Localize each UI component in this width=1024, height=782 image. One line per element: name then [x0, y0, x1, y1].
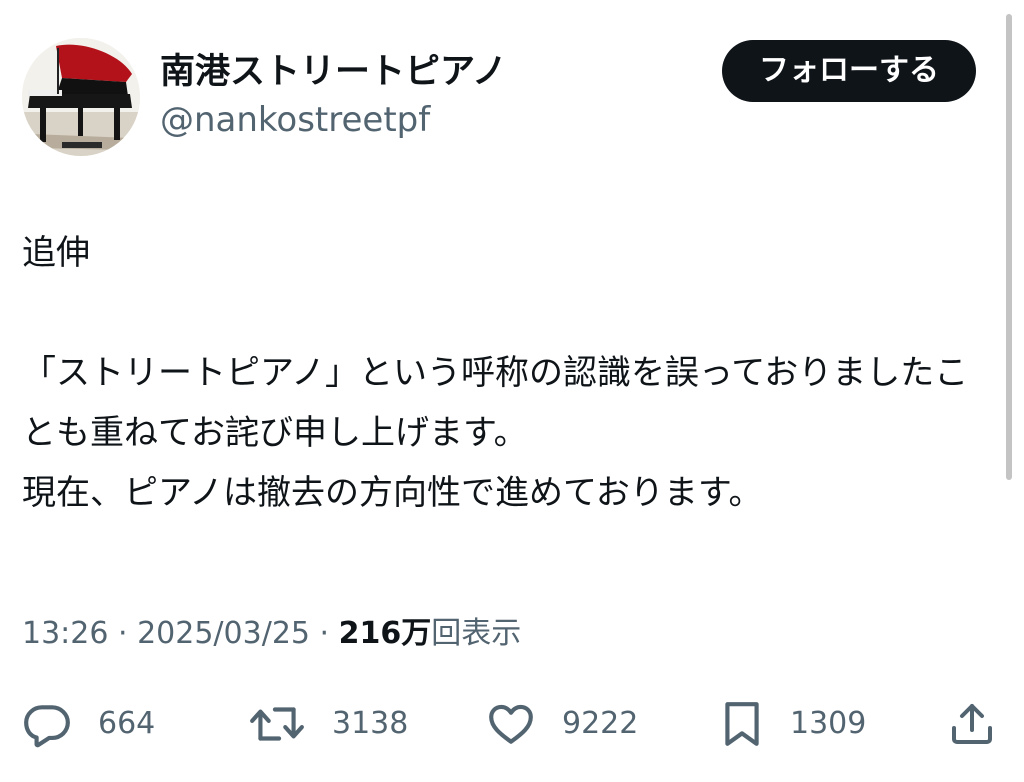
user-handle[interactable]: @nankostreetpf: [160, 98, 430, 142]
avatar[interactable]: [22, 38, 140, 156]
retweet-count: 3138: [332, 706, 409, 741]
bookmark-count: 1309: [790, 706, 867, 741]
reply-button[interactable]: 664: [22, 694, 155, 754]
meta-separator: ·: [310, 616, 339, 651]
like-count: 9222: [562, 706, 639, 741]
retweet-button[interactable]: 3138: [248, 694, 408, 754]
share-button[interactable]: [948, 694, 996, 754]
tweet-date[interactable]: 2025/03/25: [137, 616, 310, 651]
follow-button[interactable]: フォローする: [722, 40, 976, 102]
like-button[interactable]: 9222: [486, 694, 638, 754]
reply-count: 664: [98, 706, 156, 741]
share-icon: [952, 704, 992, 744]
display-name[interactable]: 南港ストリートピアノ: [160, 50, 507, 94]
grand-piano-avatar-image: [22, 38, 140, 156]
bookmark-icon: [725, 702, 759, 746]
reply-icon: [24, 705, 70, 748]
retweet-icon: [250, 707, 304, 741]
meta-separator: ·: [108, 616, 138, 651]
tweet-text: 追伸 「ストリートピアノ」という呼称の認識を誤っておりましたことも重ねてお詫び申…: [22, 233, 969, 513]
bookmark-button[interactable]: 1309: [720, 694, 866, 754]
tweet-time[interactable]: 13:26: [22, 616, 108, 651]
heart-icon: [489, 704, 533, 744]
tweet-meta: 13:26 · 2025/03/25 · 216万回表示: [22, 612, 521, 656]
scrollbar[interactable]: [1006, 14, 1012, 480]
action-bar: 664 3138 9222 1309: [0, 694, 1024, 754]
views-count: 216万: [338, 616, 432, 651]
views-label: 回表示: [431, 616, 522, 651]
